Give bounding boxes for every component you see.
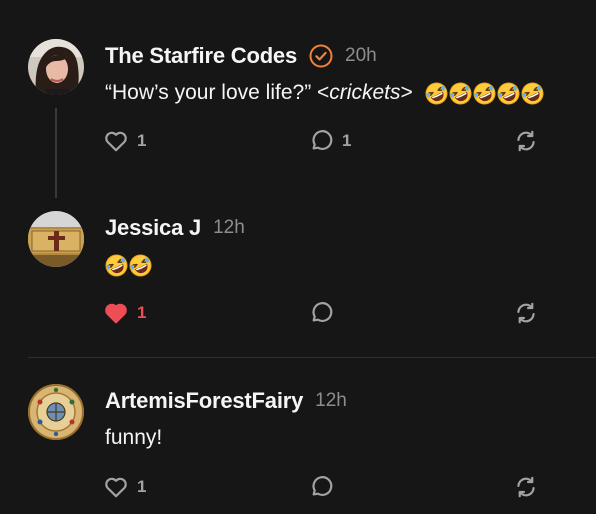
- like-count: 1: [137, 303, 147, 322]
- timestamp: 12h: [315, 390, 347, 411]
- heart-icon: [105, 131, 127, 152]
- emoji-row: [425, 82, 544, 105]
- verified-badge-icon: [309, 44, 333, 68]
- comment-header: Jessica J 12h: [105, 215, 245, 241]
- rofl-emoji-icon: [129, 254, 152, 277]
- heart-filled-icon: [105, 303, 127, 324]
- avatar[interactable]: [28, 39, 84, 95]
- comment-actions: 1: [103, 298, 543, 328]
- author-name[interactable]: The Starfire Codes: [105, 43, 297, 69]
- heart-icon: [105, 477, 127, 498]
- rofl-emoji-icon: [105, 254, 128, 277]
- restack-icon: [517, 302, 535, 324]
- like-button[interactable]: 1: [103, 298, 146, 328]
- reply-count: 1: [342, 131, 352, 150]
- comment-thread: The Starfire Codes 20h “How’s your love …: [0, 0, 596, 514]
- author-name[interactable]: Jessica J: [105, 215, 201, 241]
- rofl-emoji-icon: [521, 82, 544, 105]
- restack-icon: [517, 476, 535, 498]
- rofl-emoji-icon: [425, 82, 448, 105]
- avatar[interactable]: [28, 384, 84, 440]
- comment-actions: 1 1: [103, 126, 543, 156]
- thread-line: [55, 108, 57, 198]
- restack-button[interactable]: [513, 472, 539, 502]
- comment-bubble-icon: [312, 302, 333, 322]
- comment-text-part: >: [400, 81, 413, 104]
- reply-button[interactable]: [308, 472, 334, 502]
- like-button[interactable]: 1: [103, 126, 146, 156]
- timestamp: 20h: [345, 45, 377, 66]
- reply-button[interactable]: 1: [308, 126, 351, 156]
- comment-bubble-icon: [312, 476, 333, 496]
- avatar[interactable]: [28, 211, 84, 267]
- restack-button[interactable]: [513, 298, 539, 328]
- rofl-emoji-icon: [497, 82, 520, 105]
- comment-text: funny!: [105, 426, 162, 450]
- restack-icon: [517, 130, 535, 152]
- like-count: 1: [137, 131, 147, 150]
- like-button[interactable]: 1: [103, 472, 146, 502]
- divider: [28, 357, 596, 358]
- timestamp: 12h: [213, 217, 245, 238]
- comment-actions: 1: [103, 472, 543, 502]
- comment-text: [105, 253, 152, 277]
- rofl-emoji-icon: [473, 82, 496, 105]
- comment-header: ArtemisForestFairy 12h: [105, 388, 347, 414]
- emoji-row: [105, 254, 152, 277]
- comment-text-part: “How’s your love life?” <: [105, 81, 330, 104]
- restack-button[interactable]: [513, 126, 539, 156]
- comment-text-emphasis: crickets: [329, 81, 401, 104]
- reply-button[interactable]: [308, 298, 334, 328]
- comment-text: “How’s your love life?” <crickets>: [105, 81, 544, 105]
- author-name[interactable]: ArtemisForestFairy: [105, 388, 303, 414]
- like-count: 1: [137, 477, 147, 496]
- comment-bubble-icon: [312, 130, 333, 150]
- rofl-emoji-icon: [449, 82, 472, 105]
- comment-text-part: funny!: [105, 426, 163, 449]
- comment-header: The Starfire Codes 20h: [105, 43, 377, 69]
